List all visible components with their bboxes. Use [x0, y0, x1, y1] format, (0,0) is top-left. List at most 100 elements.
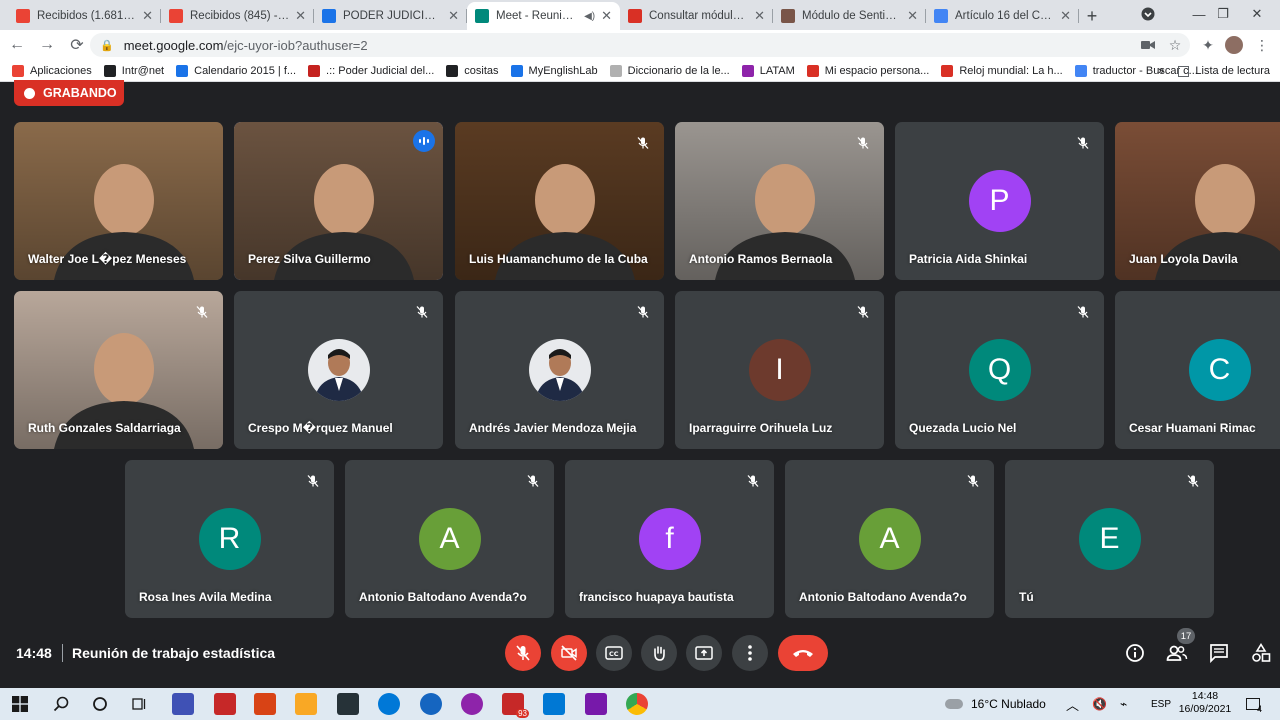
participant-tile[interactable]: Q Quezada Lucio Nel — [895, 291, 1104, 449]
bookmark-favicon-icon — [176, 64, 189, 77]
participant-tile[interactable]: Perez Silva Guillermo — [234, 122, 443, 280]
mic-off-button[interactable] — [505, 635, 541, 671]
participant-tile[interactable]: P Patricia Aida Shinkai — [895, 122, 1104, 280]
tab-close-icon[interactable]: ✕ — [907, 8, 918, 24]
search-icon[interactable] — [50, 693, 72, 715]
bookmark-item[interactable]: Reloj mundial: La h... — [935, 64, 1068, 77]
app-icon-1[interactable] — [172, 693, 194, 715]
app-icon-5[interactable]: 93 — [502, 693, 529, 718]
participant-tile[interactable]: Luis Huamanchumo de la Cuba — [455, 122, 664, 280]
participant-tile[interactable]: E Tú — [1005, 460, 1214, 618]
file-explorer-icon[interactable] — [295, 693, 317, 715]
captions-button[interactable]: CC — [596, 635, 632, 671]
camera-off-button[interactable] — [551, 635, 587, 671]
address-bar[interactable]: 🔒 meet.google.com/ejc-uyor-iob?authuser=… — [90, 33, 1190, 57]
weather-widget[interactable]: 16°C Nublado — [945, 688, 1046, 720]
mic-muted-icon — [962, 470, 984, 492]
browser-tab[interactable]: Consultar módulo de ✕ — [620, 2, 773, 30]
language-indicator[interactable]: ESP — [1151, 688, 1171, 720]
browser-tab[interactable]: Meet - Reunión d ◀) ✕ — [467, 2, 620, 30]
raise-hand-button[interactable] — [641, 635, 677, 671]
reading-list[interactable]: Lista de lectura — [1178, 60, 1270, 82]
meeting-details-button[interactable] — [1122, 640, 1148, 666]
camera-in-use-icon[interactable] — [1136, 33, 1160, 57]
tab-search-icon[interactable] — [1125, 0, 1171, 28]
profile-avatar[interactable] — [1222, 33, 1246, 57]
chrome-icon[interactable] — [626, 693, 648, 715]
new-tab-button[interactable]: + — [1079, 2, 1105, 30]
activities-button[interactable] — [1248, 640, 1274, 666]
chat-button[interactable] — [1206, 640, 1232, 666]
app-icon-3[interactable] — [254, 693, 276, 715]
participant-tile[interactable]: Juan Loyola Davila — [1115, 122, 1280, 280]
leave-call-button[interactable] — [778, 635, 828, 671]
task-view-icon[interactable] — [128, 693, 150, 715]
present-screen-button[interactable] — [686, 635, 722, 671]
bookmark-item[interactable]: cositas — [440, 64, 504, 77]
participant-tile[interactable]: I Iparraguirre Orihuela Luz — [675, 291, 884, 449]
bookmark-label: Reloj mundial: La h... — [959, 64, 1063, 77]
store-icon[interactable] — [337, 693, 359, 715]
forward-icon[interactable]: → — [34, 32, 60, 58]
participant-tile[interactable]: A Antonio Baltodano Avenda?o — [785, 460, 994, 618]
participant-tile[interactable]: Crespo M�rquez Manuel — [234, 291, 443, 449]
tab-strip: Recibidos (1.681) - m ✕ Recibidos (845) - … — [0, 0, 1280, 30]
network-icon[interactable]: ⌁ — [1120, 688, 1127, 720]
bookmark-list: Aplicaciones Intr@net Calendario 2015 | f.… — [0, 64, 1204, 77]
taskbar-clock[interactable]: 14:48 16/09/2021 — [1175, 690, 1235, 716]
camera-off-icon — [561, 645, 577, 661]
tab-close-icon[interactable]: ✕ — [601, 8, 612, 24]
bookmark-item[interactable]: Diccionario de la le... — [604, 64, 736, 77]
tab-close-icon[interactable]: ✕ — [142, 8, 153, 24]
menu-kebab-icon[interactable]: ⋮ — [1250, 33, 1274, 57]
bookmarks-more[interactable]: » — [1152, 65, 1170, 77]
tab-close-icon[interactable]: ✕ — [754, 8, 765, 24]
tab-title: PODER JUDICIAL DEL — [343, 10, 442, 22]
windows-start-icon[interactable] — [9, 693, 31, 715]
mail-icon[interactable] — [543, 693, 565, 715]
bookmark-item[interactable]: Aplicaciones — [6, 64, 98, 77]
bookmark-item[interactable]: Calendario 2015 | f... — [170, 64, 302, 77]
participant-tile[interactable]: Ruth Gonzales Saldarriaga — [14, 291, 223, 449]
tab-close-icon[interactable]: ✕ — [1060, 8, 1071, 24]
bookmark-star-icon[interactable]: ☆ — [1163, 33, 1187, 57]
participant-tile[interactable]: R Rosa Ines Avila Medina — [125, 460, 334, 618]
app-icon-2[interactable] — [214, 693, 236, 715]
recording-label: GRABANDO — [43, 86, 117, 100]
edge-icon[interactable] — [378, 693, 400, 715]
bookmark-item[interactable]: .:: Poder Judicial del... — [302, 64, 440, 77]
participant-tile[interactable]: Andrés Javier Mendoza Mejia — [455, 291, 664, 449]
bookmark-item[interactable]: MyEnglishLab — [505, 64, 604, 77]
cortana-icon[interactable] — [89, 693, 111, 715]
participant-tile[interactable]: Walter Joe L�pez Meneses — [14, 122, 223, 280]
participant-tile[interactable]: A Antonio Baltodano Avenda?o — [345, 460, 554, 618]
extensions-icon[interactable]: ✦ — [1196, 33, 1220, 57]
reload-icon[interactable]: ⟳ — [64, 32, 90, 58]
participant-name: Perez Silva Guillermo — [248, 252, 371, 266]
back-icon[interactable]: ← — [4, 32, 30, 58]
people-button[interactable] — [1164, 640, 1190, 666]
tab-close-icon[interactable]: ✕ — [448, 8, 459, 24]
tab-close-icon[interactable]: ✕ — [295, 8, 306, 24]
volume-muted-icon[interactable]: 🔇 — [1092, 688, 1107, 720]
close-window-button[interactable]: ✕ — [1234, 0, 1280, 28]
browser-tab[interactable]: Recibidos (845) - elvia ✕ — [161, 2, 314, 30]
browser-tab[interactable]: Recibidos (1.681) - m ✕ — [8, 2, 161, 30]
bluetooth-icon[interactable] — [420, 693, 442, 715]
tray-chevron-icon[interactable]: ︿ — [1066, 688, 1079, 720]
mic-muted-icon — [1182, 470, 1204, 492]
app-icon-4[interactable] — [461, 693, 483, 715]
participant-tile[interactable]: f francisco huapaya bautista — [565, 460, 774, 618]
bookmark-item[interactable]: Intr@net — [98, 64, 170, 77]
browser-tab[interactable]: PODER JUDICIAL DEL ✕ — [314, 2, 467, 30]
participant-tile[interactable]: C Cesar Huamani Rimac — [1115, 291, 1280, 449]
browser-tab[interactable]: Artículo 16 del Códig ✕ — [926, 2, 1079, 30]
browser-tab[interactable]: Módulo de Sentido de ✕ — [773, 2, 926, 30]
onenote-icon[interactable] — [585, 693, 607, 715]
bookmark-item[interactable]: Mi espacio persona... — [801, 64, 936, 77]
url-host: meet.google.com — [123, 37, 224, 53]
more-options-button[interactable] — [732, 635, 768, 671]
participant-tile[interactable]: Antonio Ramos Bernaola — [675, 122, 884, 280]
notifications-icon[interactable]: 4 — [1246, 688, 1262, 720]
bookmark-item[interactable]: LATAM — [736, 64, 801, 77]
